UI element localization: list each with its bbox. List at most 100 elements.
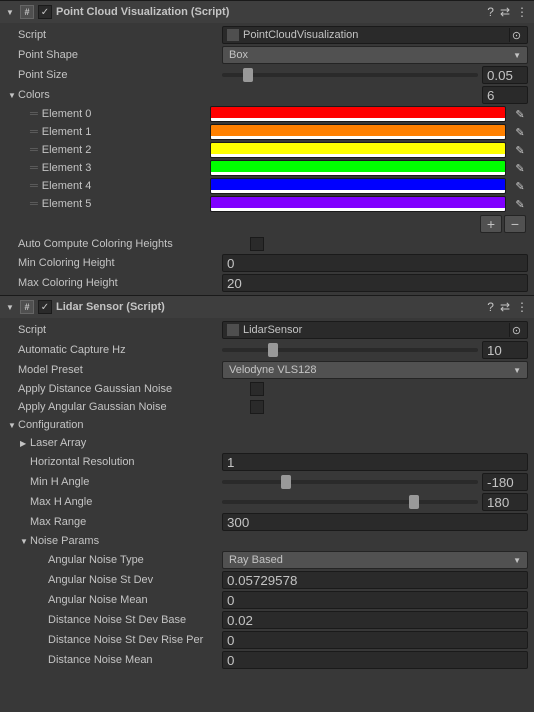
- eyedropper-icon[interactable]: ✎: [512, 160, 528, 176]
- script-value: LidarSensor: [243, 324, 302, 336]
- foldout-icon[interactable]: ▼: [6, 303, 16, 312]
- auto-compute-checkbox[interactable]: [250, 237, 264, 251]
- menu-icon[interactable]: ⋮: [516, 300, 528, 314]
- foldout-icon[interactable]: ▼: [20, 537, 30, 546]
- automatic-capture-hz-input[interactable]: [482, 341, 528, 359]
- script-field[interactable]: PointCloudVisualization ⊙: [222, 26, 528, 44]
- script-asset-icon: [227, 29, 239, 41]
- color-swatch[interactable]: [210, 196, 506, 212]
- color-element-row: ═ Element 4 ✎: [0, 177, 534, 195]
- color-swatch[interactable]: [210, 178, 506, 194]
- distance-noise-stdev-base-label: Distance Noise St Dev Base: [48, 614, 218, 626]
- color-swatch[interactable]: [210, 142, 506, 158]
- point-size-label: Point Size: [18, 69, 218, 81]
- min-h-angle-input[interactable]: [482, 473, 528, 491]
- foldout-icon[interactable]: ▼: [8, 91, 18, 100]
- distance-noise-stdev-rise-input[interactable]: [222, 631, 528, 649]
- eyedropper-icon[interactable]: ✎: [512, 178, 528, 194]
- colors-label: Colors: [18, 89, 482, 101]
- add-element-button[interactable]: +: [480, 215, 502, 233]
- color-element-row: ═ Element 2 ✎: [0, 141, 534, 159]
- drag-handle-icon[interactable]: ═: [30, 126, 36, 138]
- point-size-input[interactable]: [482, 66, 528, 84]
- menu-icon[interactable]: ⋮: [516, 5, 528, 19]
- preset-icon[interactable]: ⇄: [500, 300, 510, 314]
- slider-thumb[interactable]: [409, 495, 419, 509]
- color-element-row: ═ Element 0 ✎: [0, 105, 534, 123]
- angular-noise-type-dropdown[interactable]: Ray Based ▼: [222, 551, 528, 569]
- distance-noise-stdev-rise-label: Distance Noise St Dev Rise Per: [48, 634, 218, 646]
- script-component-icon: #: [20, 5, 34, 19]
- max-range-label: Max Range: [30, 516, 218, 528]
- slider-thumb[interactable]: [268, 343, 278, 357]
- max-coloring-height-input[interactable]: [222, 274, 528, 292]
- apply-angular-noise-checkbox[interactable]: [250, 400, 264, 414]
- point-shape-label: Point Shape: [18, 49, 218, 61]
- distance-noise-mean-input[interactable]: [222, 651, 528, 669]
- eyedropper-icon[interactable]: ✎: [512, 124, 528, 140]
- color-swatch[interactable]: [210, 160, 506, 176]
- foldout-icon[interactable]: ▼: [6, 8, 16, 17]
- point-size-slider[interactable]: [222, 73, 478, 77]
- max-range-input[interactable]: [222, 513, 528, 531]
- component-point-cloud-visualization: ▼ # Point Cloud Visualization (Script) ?…: [0, 0, 534, 295]
- point-shape-dropdown[interactable]: Box ▼: [222, 46, 528, 64]
- horizontal-resolution-input[interactable]: [222, 453, 528, 471]
- auto-compute-label: Auto Compute Coloring Heights: [18, 238, 246, 250]
- help-icon[interactable]: ?: [487, 300, 494, 314]
- element-label: Element 4: [42, 180, 204, 192]
- angular-noise-mean-input[interactable]: [222, 591, 528, 609]
- object-picker-icon[interactable]: ⊙: [509, 28, 523, 42]
- script-field[interactable]: LidarSensor ⊙: [222, 321, 528, 339]
- foldout-icon[interactable]: ▼: [8, 421, 18, 430]
- configuration-label: Configuration: [18, 419, 83, 431]
- max-h-angle-input[interactable]: [482, 493, 528, 511]
- max-coloring-height-label: Max Coloring Height: [18, 277, 218, 289]
- element-label: Element 3: [42, 162, 204, 174]
- min-coloring-height-input[interactable]: [222, 254, 528, 272]
- slider-thumb[interactable]: [281, 475, 291, 489]
- drag-handle-icon[interactable]: ═: [30, 144, 36, 156]
- color-element-row: ═ Element 1 ✎: [0, 123, 534, 141]
- enable-checkbox[interactable]: [38, 300, 52, 314]
- angular-noise-stdev-label: Angular Noise St Dev: [48, 574, 218, 586]
- min-h-angle-slider[interactable]: [222, 480, 478, 484]
- component-header[interactable]: ▼ # Point Cloud Visualization (Script) ?…: [0, 1, 534, 23]
- angular-noise-type-label: Angular Noise Type: [48, 554, 218, 566]
- object-picker-icon[interactable]: ⊙: [509, 323, 523, 337]
- drag-handle-icon[interactable]: ═: [30, 108, 36, 120]
- script-component-icon: #: [20, 300, 34, 314]
- max-h-angle-label: Max H Angle: [30, 496, 218, 508]
- color-swatch[interactable]: [210, 106, 506, 122]
- distance-noise-stdev-base-input[interactable]: [222, 611, 528, 629]
- apply-distance-noise-label: Apply Distance Gaussian Noise: [18, 383, 246, 395]
- horizontal-resolution-label: Horizontal Resolution: [30, 456, 218, 468]
- remove-element-button[interactable]: −: [504, 215, 526, 233]
- foldout-icon[interactable]: ▶: [20, 439, 30, 448]
- preset-icon[interactable]: ⇄: [500, 5, 510, 19]
- laser-array-label: Laser Array: [30, 437, 86, 449]
- max-h-angle-slider[interactable]: [222, 500, 478, 504]
- slider-thumb[interactable]: [243, 68, 253, 82]
- colors-count-input[interactable]: [482, 86, 528, 104]
- drag-handle-icon[interactable]: ═: [30, 198, 36, 210]
- model-preset-dropdown[interactable]: Velodyne VLS128 ▼: [222, 361, 528, 379]
- element-label: Element 2: [42, 144, 204, 156]
- eyedropper-icon[interactable]: ✎: [512, 142, 528, 158]
- eyedropper-icon[interactable]: ✎: [512, 196, 528, 212]
- color-swatch[interactable]: [210, 124, 506, 140]
- min-h-angle-label: Min H Angle: [30, 476, 218, 488]
- enable-checkbox[interactable]: [38, 5, 52, 19]
- apply-distance-noise-checkbox[interactable]: [250, 382, 264, 396]
- drag-handle-icon[interactable]: ═: [30, 162, 36, 174]
- automatic-capture-hz-slider[interactable]: [222, 348, 478, 352]
- script-asset-icon: [227, 324, 239, 336]
- component-header[interactable]: ▼ # Lidar Sensor (Script) ? ⇄ ⋮: [0, 296, 534, 318]
- script-label: Script: [18, 324, 218, 336]
- color-element-row: ═ Element 3 ✎: [0, 159, 534, 177]
- angular-noise-stdev-input[interactable]: [222, 571, 528, 589]
- script-label: Script: [18, 29, 218, 41]
- drag-handle-icon[interactable]: ═: [30, 180, 36, 192]
- eyedropper-icon[interactable]: ✎: [512, 106, 528, 122]
- help-icon[interactable]: ?: [487, 5, 494, 19]
